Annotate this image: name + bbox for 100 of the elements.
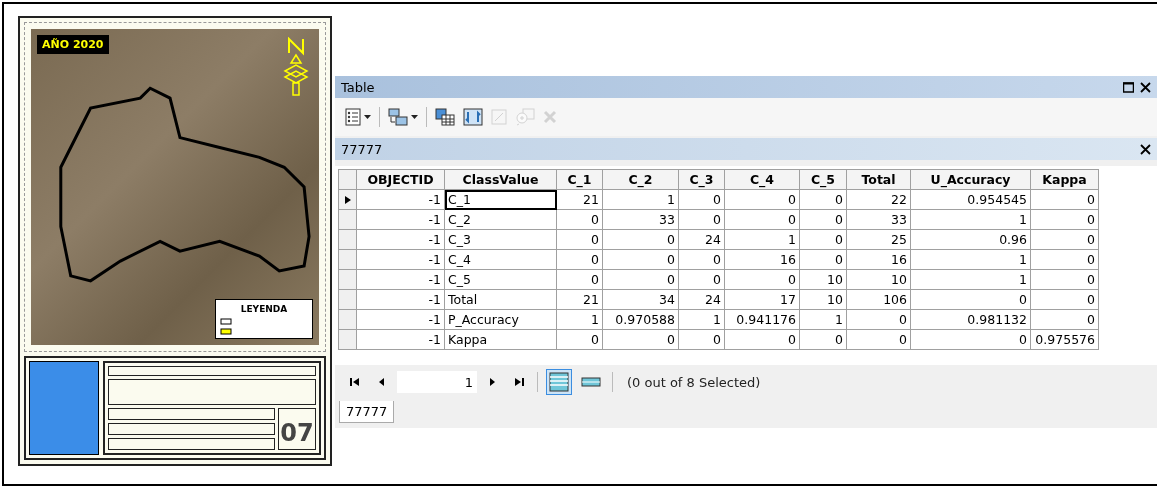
window-title: Table: [341, 79, 375, 95]
selection-status: (0 out of 8 Selected): [627, 374, 761, 390]
table-cell: 106: [846, 289, 911, 310]
column-header[interactable]: Total: [846, 169, 911, 190]
column-header[interactable]: ClassValue: [444, 169, 557, 190]
table-cell: 0: [1030, 229, 1099, 250]
related-tables-icon: [388, 108, 408, 126]
table-cell: 0: [556, 269, 603, 290]
column-header[interactable]: U_Accuracy: [910, 169, 1031, 190]
zoom-to-selected-icon: [515, 108, 535, 126]
table-cell: 0: [556, 229, 603, 250]
table-cell: -1: [356, 189, 445, 210]
column-header[interactable]: C_3: [678, 169, 725, 190]
table-cell: 0.96: [910, 229, 1031, 250]
table-cell: 0: [1030, 209, 1099, 230]
table-cell: 25: [846, 229, 911, 250]
all-records-view-button[interactable]: [546, 369, 572, 395]
table-cell: 0: [724, 209, 800, 230]
table-cell: C_5: [444, 269, 557, 290]
table-cell: Kappa: [444, 329, 557, 350]
first-icon: [350, 377, 360, 387]
table-cell: 0: [678, 209, 725, 230]
table-cell: 0: [678, 249, 725, 270]
table-cell: 0: [602, 249, 679, 270]
table-cell: 0: [724, 269, 800, 290]
sheet-number: 07: [278, 408, 316, 450]
table-cell: 0: [799, 329, 847, 350]
table-cell: -1: [356, 209, 445, 230]
table-cell: 0.981132: [910, 309, 1031, 330]
table-cell: 0: [556, 209, 603, 230]
table-name: 77777: [341, 141, 383, 157]
close-icon[interactable]: [1140, 143, 1151, 155]
table-cell: 1: [910, 209, 1031, 230]
table-cell: 0: [556, 329, 603, 350]
table-cell: 0: [910, 289, 1031, 310]
table-cell: 0.941176: [724, 309, 800, 330]
switch-selection-icon: [463, 108, 483, 126]
select-by-attributes-icon: [435, 108, 455, 126]
maximize-icon[interactable]: [1123, 81, 1134, 93]
table-cell: 10: [799, 269, 847, 290]
table-cell: 1: [910, 269, 1031, 290]
table-cell: 0.954545: [910, 189, 1031, 210]
previous-icon: [378, 377, 384, 387]
table-cell: -1: [356, 309, 445, 330]
column-header[interactable]: C_5: [799, 169, 847, 190]
table-cell: 0: [1030, 289, 1099, 310]
table-cell: 0: [1030, 189, 1099, 210]
table-cell: C_4: [444, 249, 557, 270]
table-cell: 0: [1030, 309, 1099, 330]
table-cell: 24: [678, 229, 725, 250]
table-cell: 0.970588: [602, 309, 679, 330]
delete-icon: [543, 110, 557, 124]
table-cell: 22: [846, 189, 911, 210]
table-cell: 16: [846, 249, 911, 270]
table-cell: 0: [1030, 269, 1099, 290]
table-cell: 0: [799, 209, 847, 230]
selected-records-icon: [581, 377, 601, 387]
table-cell: 0: [678, 329, 725, 350]
toolbar-button[interactable]: [433, 106, 457, 128]
column-header[interactable]: OBJECTID: [356, 169, 445, 190]
table-cell: 16: [724, 249, 800, 270]
table-cell: 0: [678, 189, 725, 210]
table-cell: 0: [799, 229, 847, 250]
table-cell: -1: [356, 269, 445, 290]
table-cell: 0: [799, 189, 847, 210]
dropdown-caret-icon: [411, 115, 418, 119]
table-cell: 0: [799, 249, 847, 270]
table-cell: -1: [356, 289, 445, 310]
table-cell: C_3: [444, 229, 557, 250]
column-header[interactable]: C_2: [602, 169, 679, 190]
dropdown-caret-icon: [364, 115, 371, 119]
table-cell: 24: [678, 289, 725, 310]
table-cell: 0.975576: [1030, 329, 1099, 350]
table-cell: 0: [602, 329, 679, 350]
table-cell: 33: [846, 209, 911, 230]
table-cell: 0: [846, 309, 911, 330]
table-cell: 21: [556, 289, 603, 310]
table-cell: 0: [846, 329, 911, 350]
next-icon: [490, 377, 496, 387]
table-tab[interactable]: 77777: [339, 401, 395, 423]
column-header[interactable]: C_4: [724, 169, 800, 190]
table-cell: 1: [724, 229, 800, 250]
table-cell: 0: [602, 229, 679, 250]
table-cell: 34: [602, 289, 679, 310]
toolbar-button[interactable]: [343, 106, 373, 128]
area-swatch-icon: [220, 328, 232, 335]
table-cell: 0: [910, 329, 1031, 350]
table-cell: 1: [910, 249, 1031, 270]
toolbar-button[interactable]: [386, 106, 420, 128]
table-cell: 10: [846, 269, 911, 290]
table-cell: 0: [1030, 249, 1099, 270]
table-cell: 0: [602, 269, 679, 290]
column-header[interactable]: C_1: [556, 169, 603, 190]
close-icon[interactable]: [1140, 81, 1151, 93]
clear-selection-icon: [491, 109, 507, 125]
table-cell: -1: [356, 249, 445, 270]
record-number-field[interactable]: 1: [397, 371, 477, 393]
table-cell: 0: [724, 189, 800, 210]
table-cell: 1: [678, 309, 725, 330]
column-header[interactable]: Kappa: [1030, 169, 1099, 190]
